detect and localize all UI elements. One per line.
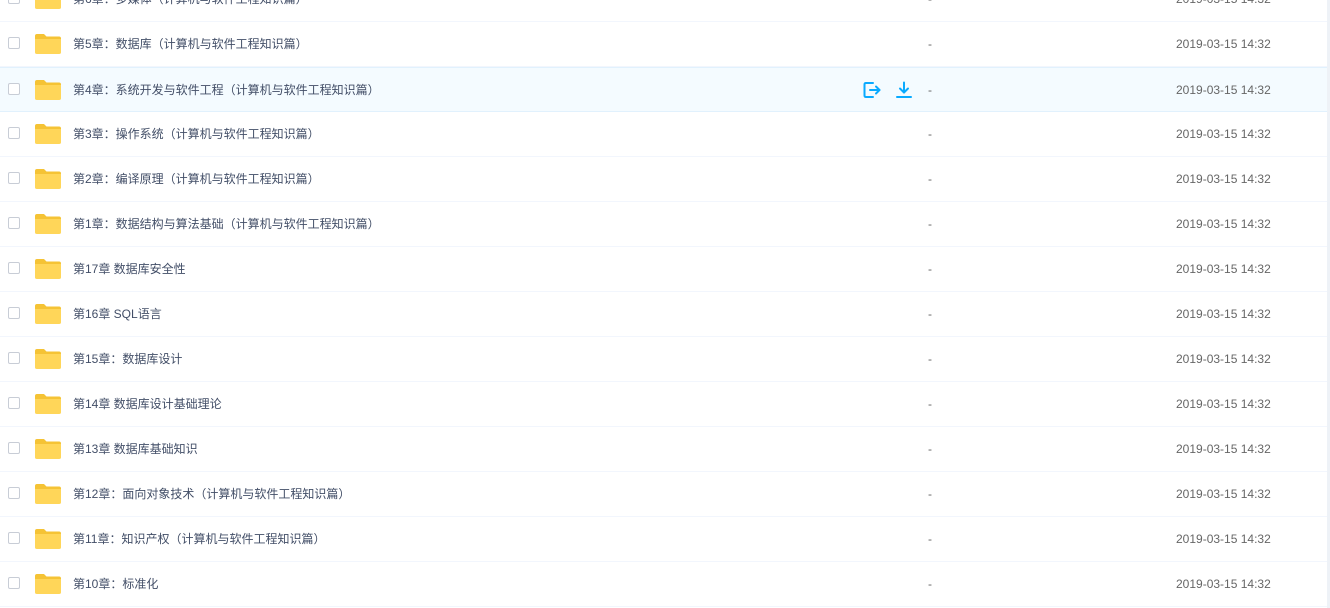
file-list: 第6章：多媒体（计算机与软件工程知识篇） - 2019-03-15 14:32 … <box>0 0 1330 608</box>
file-name[interactable]: 第14章 数据库设计基础理论 <box>73 382 222 427</box>
file-size: - <box>928 217 932 231</box>
file-row[interactable]: 第10章：标准化 - 2019-03-15 14:32 <box>0 562 1330 607</box>
row-checkbox[interactable] <box>8 83 20 95</box>
row-checkbox[interactable] <box>8 37 20 49</box>
file-name[interactable]: 第15章：数据库设计 <box>73 337 182 382</box>
file-size: - <box>928 0 932 22</box>
folder-icon <box>35 484 61 504</box>
file-name[interactable]: 第11章：知识产权（计算机与软件工程知识篇） <box>73 517 325 562</box>
folder-icon <box>35 394 61 414</box>
file-modified-date: 2019-03-15 14:32 <box>1176 262 1271 276</box>
row-checkbox[interactable] <box>8 262 20 274</box>
file-name[interactable]: 第10章：标准化 <box>73 562 158 607</box>
file-modified-date: 2019-03-15 14:32 <box>1176 172 1271 186</box>
folder-icon <box>35 259 61 279</box>
file-name[interactable]: 第1章：数据结构与算法基础（计算机与软件工程知识篇） <box>73 202 380 247</box>
file-name[interactable]: 第4章：系统开发与软件工程（计算机与软件工程知识篇） <box>73 68 380 113</box>
file-row[interactable]: 第5章：数据库（计算机与软件工程知识篇） - 2019-03-15 14:32 <box>0 22 1330 67</box>
folder-icon <box>35 34 61 54</box>
file-row[interactable]: 第17章 数据库安全性 - 2019-03-15 14:32 <box>0 247 1330 292</box>
file-modified-date: 2019-03-15 14:32 <box>1176 577 1271 591</box>
file-modified-date: 2019-03-15 14:32 <box>1176 127 1271 141</box>
file-size: - <box>928 83 932 97</box>
file-size: - <box>928 172 932 186</box>
file-size: - <box>928 487 932 501</box>
file-size: - <box>928 262 932 276</box>
file-modified-date: 2019-03-15 14:32 <box>1176 217 1271 231</box>
file-modified-date: 2019-03-15 14:32 <box>1176 83 1271 97</box>
file-modified-date: 2019-03-15 14:32 <box>1176 397 1271 411</box>
file-modified-date: 2019-03-15 14:32 <box>1176 37 1271 51</box>
row-checkbox[interactable] <box>8 487 20 499</box>
file-name[interactable]: 第2章：编译原理（计算机与软件工程知识篇） <box>73 157 320 202</box>
file-name[interactable]: 第13章 数据库基础知识 <box>73 427 198 472</box>
row-checkbox[interactable] <box>8 127 20 139</box>
folder-icon <box>35 124 61 144</box>
file-modified-date: 2019-03-15 14:32 <box>1176 0 1271 22</box>
file-modified-date: 2019-03-15 14:32 <box>1176 307 1271 321</box>
file-size: - <box>928 577 932 591</box>
file-size: - <box>928 352 932 366</box>
file-row[interactable]: 第11章：知识产权（计算机与软件工程知识篇） - 2019-03-15 14:3… <box>0 517 1330 562</box>
row-checkbox[interactable] <box>8 532 20 544</box>
row-checkbox[interactable] <box>8 307 20 319</box>
file-modified-date: 2019-03-15 14:32 <box>1176 352 1271 366</box>
file-rows: 第6章：多媒体（计算机与软件工程知识篇） - 2019-03-15 14:32 … <box>0 0 1330 607</box>
file-name[interactable]: 第17章 数据库安全性 <box>73 247 186 292</box>
row-checkbox[interactable] <box>8 0 20 4</box>
folder-icon <box>35 214 61 234</box>
folder-icon <box>35 0 61 9</box>
share-icon[interactable] <box>862 80 882 100</box>
row-checkbox[interactable] <box>8 217 20 229</box>
file-row-hovered[interactable]: 第4章：系统开发与软件工程（计算机与软件工程知识篇） - 2019-03-15 … <box>0 67 1330 112</box>
file-name[interactable]: 第12章：面向对象技术（计算机与软件工程知识篇） <box>73 472 350 517</box>
file-row[interactable]: 第6章：多媒体（计算机与软件工程知识篇） - 2019-03-15 14:32 <box>0 0 1330 22</box>
file-modified-date: 2019-03-15 14:32 <box>1176 442 1271 456</box>
download-icon[interactable] <box>894 80 914 100</box>
folder-icon <box>35 304 61 324</box>
file-size: - <box>928 442 932 456</box>
row-actions <box>862 80 914 100</box>
folder-icon <box>35 349 61 369</box>
file-row[interactable]: 第3章：操作系统（计算机与软件工程知识篇） - 2019-03-15 14:32 <box>0 112 1330 157</box>
folder-icon <box>35 169 61 189</box>
file-name[interactable]: 第16章 SQL语言 <box>73 292 162 337</box>
file-name[interactable]: 第6章：多媒体（计算机与软件工程知识篇） <box>73 0 308 22</box>
file-modified-date: 2019-03-15 14:32 <box>1176 487 1271 501</box>
file-row[interactable]: 第2章：编译原理（计算机与软件工程知识篇） - 2019-03-15 14:32 <box>0 157 1330 202</box>
file-row[interactable]: 第15章：数据库设计 - 2019-03-15 14:32 <box>0 337 1330 382</box>
folder-icon <box>35 529 61 549</box>
file-row[interactable]: 第13章 数据库基础知识 - 2019-03-15 14:32 <box>0 427 1330 472</box>
folder-icon <box>35 439 61 459</box>
row-checkbox[interactable] <box>8 397 20 409</box>
file-size: - <box>928 307 932 321</box>
file-size: - <box>928 127 932 141</box>
file-row[interactable]: 第16章 SQL语言 - 2019-03-15 14:32 <box>0 292 1330 337</box>
file-name[interactable]: 第5章：数据库（计算机与软件工程知识篇） <box>73 22 308 67</box>
row-checkbox[interactable] <box>8 442 20 454</box>
file-row[interactable]: 第12章：面向对象技术（计算机与软件工程知识篇） - 2019-03-15 14… <box>0 472 1330 517</box>
row-checkbox[interactable] <box>8 172 20 184</box>
row-checkbox[interactable] <box>8 352 20 364</box>
folder-icon <box>35 80 61 100</box>
file-name[interactable]: 第3章：操作系统（计算机与软件工程知识篇） <box>73 112 320 157</box>
row-checkbox[interactable] <box>8 577 20 589</box>
folder-icon <box>35 574 61 594</box>
file-row[interactable]: 第14章 数据库设计基础理论 - 2019-03-15 14:32 <box>0 382 1330 427</box>
file-size: - <box>928 532 932 546</box>
file-size: - <box>928 397 932 411</box>
file-row[interactable]: 第1章：数据结构与算法基础（计算机与软件工程知识篇） - 2019-03-15 … <box>0 202 1330 247</box>
file-size: - <box>928 37 932 51</box>
file-modified-date: 2019-03-15 14:32 <box>1176 532 1271 546</box>
